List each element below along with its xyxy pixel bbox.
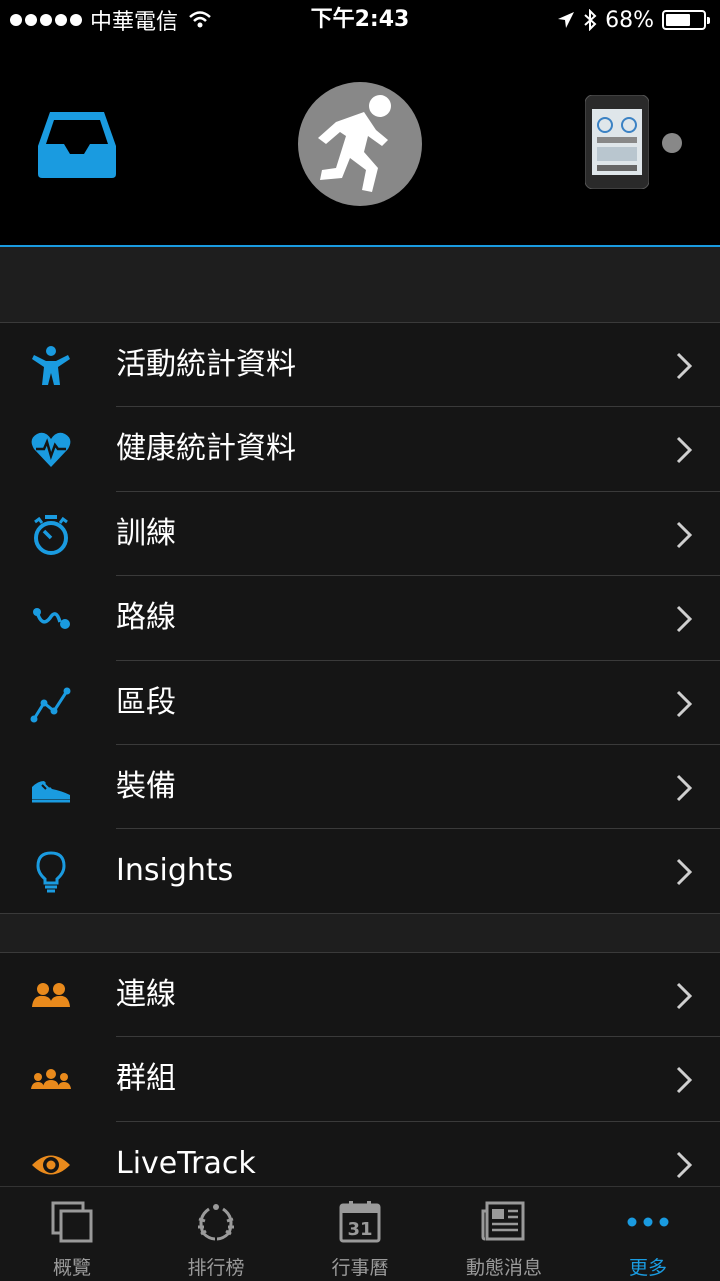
calendar-day: 31 xyxy=(347,1219,372,1240)
location-arrow-icon xyxy=(558,12,575,28)
chevron-right-icon xyxy=(676,521,692,548)
lightbulb-icon xyxy=(36,851,66,893)
menu-item-label: 連線 xyxy=(116,977,176,1012)
menu-item-activity-stats[interactable]: 活動統計資料 xyxy=(0,323,720,408)
chevron-right-icon xyxy=(676,859,692,886)
menu-item-connections[interactable]: 連線 xyxy=(0,953,720,1038)
menu-item-label: 健康統計資料 xyxy=(116,431,296,467)
chevron-right-icon xyxy=(676,774,692,802)
tab-label: 更多 xyxy=(628,1257,667,1279)
chevron-right-icon xyxy=(676,982,692,1010)
tab-label: 動態消息 xyxy=(465,1257,542,1279)
menu-item-label: 群組 xyxy=(116,1061,176,1097)
profile-header xyxy=(0,40,720,247)
newsfeed-icon xyxy=(481,1201,525,1241)
menu-list-social: 連線 群組 LiveTrack xyxy=(0,953,720,1207)
menu-item-training[interactable]: 訓練 xyxy=(0,492,720,577)
chevron-right-icon xyxy=(676,437,692,464)
tab-more[interactable]: 更多 xyxy=(576,1187,720,1281)
shoe-icon xyxy=(32,780,70,803)
menu-item-label: 訓練 xyxy=(116,515,176,551)
chevron-right-icon xyxy=(676,352,692,380)
menu-item-groups[interactable]: 群組 xyxy=(0,1037,720,1122)
menu-item-gear[interactable]: 裝備 xyxy=(0,745,720,830)
tab-overview[interactable]: 概覽 xyxy=(0,1187,144,1281)
device-icon[interactable] xyxy=(585,95,649,189)
bluetooth-icon xyxy=(584,9,597,31)
stopwatch-icon xyxy=(34,514,68,555)
battery-percent: 68% xyxy=(605,7,654,33)
status-bar: 中華電信 下午2:43 68% xyxy=(0,0,720,40)
menu-item-segments[interactable]: 區段 xyxy=(0,661,720,745)
chevron-right-icon xyxy=(676,1067,692,1094)
menu-list-stats: 活動統計資料 健康統計資料 訓練 路線 區段 裝備 Insights xyxy=(0,323,720,914)
runner-avatar-icon xyxy=(318,95,391,192)
calendar-icon: 31 xyxy=(339,1201,381,1243)
more-icon xyxy=(627,1217,669,1227)
heart-rate-icon xyxy=(31,433,71,468)
inbox-icon[interactable] xyxy=(38,112,116,178)
profile-avatar[interactable] xyxy=(298,82,422,206)
menu-item-label: Insights xyxy=(116,853,234,889)
menu-item-label: 活動統計資料 xyxy=(116,347,296,382)
menu-item-health-stats[interactable]: 健康統計資料 xyxy=(0,407,720,492)
section-spacer xyxy=(0,913,720,953)
segment-icon xyxy=(30,687,71,723)
battery-icon xyxy=(662,10,710,30)
course-icon xyxy=(33,608,70,630)
groups-icon xyxy=(31,1069,71,1090)
menu-item-label: 區段 xyxy=(116,684,176,720)
chevron-right-icon xyxy=(676,1151,692,1178)
overview-icon xyxy=(51,1201,93,1243)
menu-item-label: 裝備 xyxy=(116,768,176,804)
laurel-icon xyxy=(198,1204,234,1241)
connections-icon xyxy=(32,983,70,1007)
tab-calendar[interactable]: 31 行事曆 xyxy=(288,1187,432,1281)
tab-label: 排行榜 xyxy=(187,1257,245,1279)
chevron-right-icon xyxy=(676,606,692,633)
menu-item-label: 路線 xyxy=(116,600,176,636)
chevron-right-icon xyxy=(676,690,692,717)
tab-label: 概覽 xyxy=(52,1257,91,1279)
tab-label: 行事曆 xyxy=(331,1257,389,1279)
tab-bar: 概覽 排行榜 31 行事曆 動態消息 更多 xyxy=(0,1186,720,1281)
tab-leaderboard[interactable]: 排行榜 xyxy=(144,1187,288,1281)
eye-icon xyxy=(32,1155,70,1175)
section-spacer xyxy=(0,247,720,323)
tab-newsfeed[interactable]: 動態消息 xyxy=(432,1187,576,1281)
menu-item-insights[interactable]: Insights xyxy=(0,829,720,913)
activity-person-icon xyxy=(32,346,70,385)
menu-item-courses[interactable]: 路線 xyxy=(0,576,720,661)
device-status-dot xyxy=(662,133,682,153)
